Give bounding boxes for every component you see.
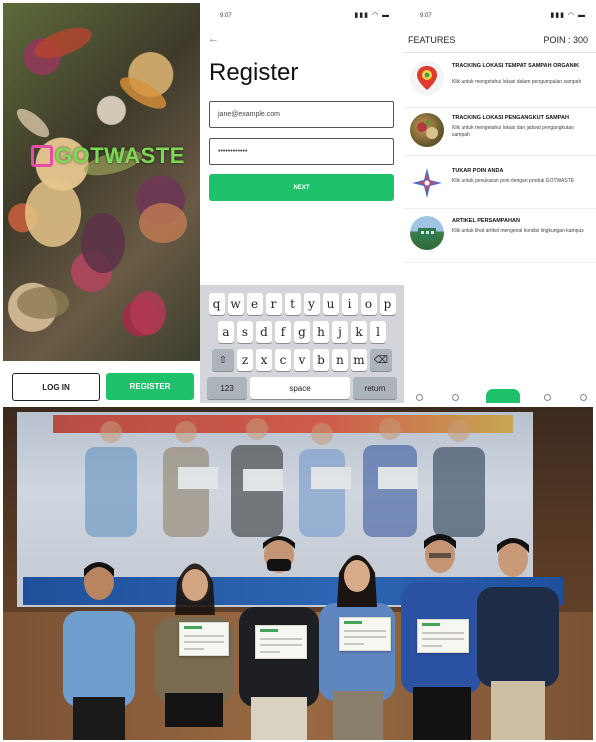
nav-active-tab[interactable]	[486, 389, 520, 403]
feature-description: Klik untuk mengetahui lokasi dalam pengu…	[452, 79, 582, 85]
backspace-key[interactable]: ⌫	[370, 349, 392, 371]
certificate-2	[255, 625, 307, 659]
list-divider	[404, 155, 596, 156]
person-1	[63, 562, 135, 740]
status-icons: ▮▮▮ ◠ ▬	[550, 11, 586, 19]
logo-mark-icon	[31, 145, 53, 167]
keyboard-row-1: qwertyuiop	[200, 293, 404, 315]
key-w[interactable]: w	[227, 293, 244, 315]
login-button[interactable]: LOG IN	[12, 373, 100, 401]
features-heading: FEATURES	[408, 35, 456, 45]
register-screen: 9:07 ▮▮▮ ◠ ▬ ← Register jane@example.com…	[200, 3, 404, 403]
key-r[interactable]: r	[265, 293, 282, 315]
email-field[interactable]: jane@example.com	[209, 101, 394, 128]
certificate-4	[417, 619, 469, 653]
letter-keys-row-3: zxcvbnm	[237, 349, 367, 371]
certificate-1	[179, 622, 229, 656]
nav-map-icon[interactable]	[452, 394, 459, 401]
key-f[interactable]: f	[275, 321, 291, 343]
back-arrow-icon[interactable]: ←	[208, 33, 219, 45]
numbers-key[interactable]: 123	[207, 377, 247, 399]
nav-home-icon[interactable]	[416, 394, 423, 401]
key-n[interactable]: n	[332, 349, 348, 371]
feature-title: ARTIKEL PERSAMPAHAN	[452, 218, 520, 224]
on-screen-keyboard: qwertyuiop asdfghjkl ⇧ zxcvbnm ⌫ 123 spa…	[200, 285, 404, 403]
shift-key[interactable]: ⇧	[212, 349, 234, 371]
winners-group	[63, 534, 559, 740]
key-p[interactable]: p	[379, 293, 396, 315]
key-y[interactable]: y	[303, 293, 320, 315]
key-e[interactable]: e	[246, 293, 263, 315]
battery-icon: ▬	[382, 12, 390, 19]
map-pin-icon	[410, 61, 444, 95]
key-i[interactable]: i	[341, 293, 358, 315]
keyboard-row-2: asdfghjkl	[200, 321, 404, 343]
feature-title: TRACKING LOKASI TEMPAT SAMPAH ORGANIK	[452, 63, 580, 69]
key-j[interactable]: j	[332, 321, 348, 343]
food-scraps-illustration	[16, 27, 187, 335]
key-u[interactable]: u	[322, 293, 339, 315]
key-z[interactable]: z	[237, 349, 253, 371]
wifi-icon: ◠	[371, 12, 380, 19]
list-divider	[404, 208, 596, 209]
compass-star-icon	[410, 166, 444, 200]
key-b[interactable]: b	[313, 349, 329, 371]
wifi-icon: ◠	[567, 12, 576, 19]
feature-title: TUKAR POIN ANDA	[452, 168, 504, 174]
bottom-navigation	[404, 387, 596, 403]
key-a[interactable]: a	[218, 321, 234, 343]
key-c[interactable]: c	[275, 349, 291, 371]
battery-icon: ▬	[578, 12, 586, 19]
key-l[interactable]: l	[370, 321, 386, 343]
key-d[interactable]: d	[256, 321, 272, 343]
nav-points-icon[interactable]	[544, 394, 551, 401]
feature-description: Klik untuk mengetahui lokasi dan jadwal …	[452, 125, 574, 138]
key-q[interactable]: q	[208, 293, 225, 315]
key-m[interactable]: m	[351, 349, 367, 371]
logo-text: GOTWASTE	[55, 143, 185, 168]
points-balance: POIN : 300	[543, 35, 588, 45]
feature-item-articles[interactable]: ARTIKEL PERSAMPAHAN Klik untuk lihat art…	[410, 216, 594, 264]
waste-photo-icon	[410, 113, 444, 147]
feature-item-redeem-points[interactable]: TUKAR POIN ANDA Klik untuk penukaran poi…	[410, 166, 594, 214]
space-key[interactable]: space	[250, 377, 350, 399]
feature-description: Klik untuk lihat artikel mengenai kondis…	[452, 228, 584, 234]
status-time: 9:07	[420, 13, 432, 19]
key-g[interactable]: g	[294, 321, 310, 343]
nav-profile-icon[interactable]	[580, 394, 587, 401]
key-v[interactable]: v	[294, 349, 310, 371]
list-divider	[404, 262, 596, 263]
list-divider	[404, 107, 596, 108]
feature-description: Klik untuk penukaran poin dengan produk …	[452, 178, 575, 184]
keyboard-row-3: ⇧ zxcvbnm ⌫	[200, 349, 404, 371]
key-s[interactable]: s	[237, 321, 253, 343]
page-title: Register	[209, 59, 299, 86]
key-t[interactable]: t	[284, 293, 301, 315]
person-6	[477, 538, 559, 740]
password-field[interactable]: ••••••••••••	[209, 138, 394, 165]
status-time: 9:07	[220, 13, 232, 19]
food-waste-background-image: GOTWASTE	[3, 3, 200, 361]
next-button[interactable]: NEXT	[209, 174, 394, 201]
feature-item-collector-tracking[interactable]: TRACKING LOKASI PENGANGKUT SAMPAH Klik u…	[410, 113, 594, 161]
key-x[interactable]: x	[256, 349, 272, 371]
key-k[interactable]: k	[351, 321, 367, 343]
building-photo-icon	[410, 216, 444, 250]
key-h[interactable]: h	[313, 321, 329, 343]
splash-screen: GOTWASTE LOG IN REGISTER	[3, 3, 200, 403]
key-o[interactable]: o	[360, 293, 377, 315]
register-button[interactable]: REGISTER	[106, 373, 194, 400]
features-screen: 9:07 ▮▮▮ ◠ ▬ FEATURES POIN : 300 TRACKIN…	[404, 3, 596, 403]
feature-item-organic-bin-tracking[interactable]: TRACKING LOKASI TEMPAT SAMPAH ORGANIK Kl…	[410, 61, 594, 109]
feature-title: TRACKING LOKASI PENGANGKUT SAMPAH	[452, 115, 569, 121]
award-ceremony-photo	[3, 407, 593, 740]
status-icons: ▮▮▮ ◠ ▬	[354, 11, 390, 19]
return-key[interactable]: return	[353, 377, 397, 399]
header-divider	[404, 52, 596, 53]
gotwaste-logo: GOTWASTE	[31, 143, 185, 169]
signal-icon: ▮▮▮	[550, 12, 565, 19]
keyboard-row-4: 123 space return	[200, 377, 404, 399]
certificate-3	[339, 617, 391, 651]
signal-icon: ▮▮▮	[354, 12, 369, 19]
